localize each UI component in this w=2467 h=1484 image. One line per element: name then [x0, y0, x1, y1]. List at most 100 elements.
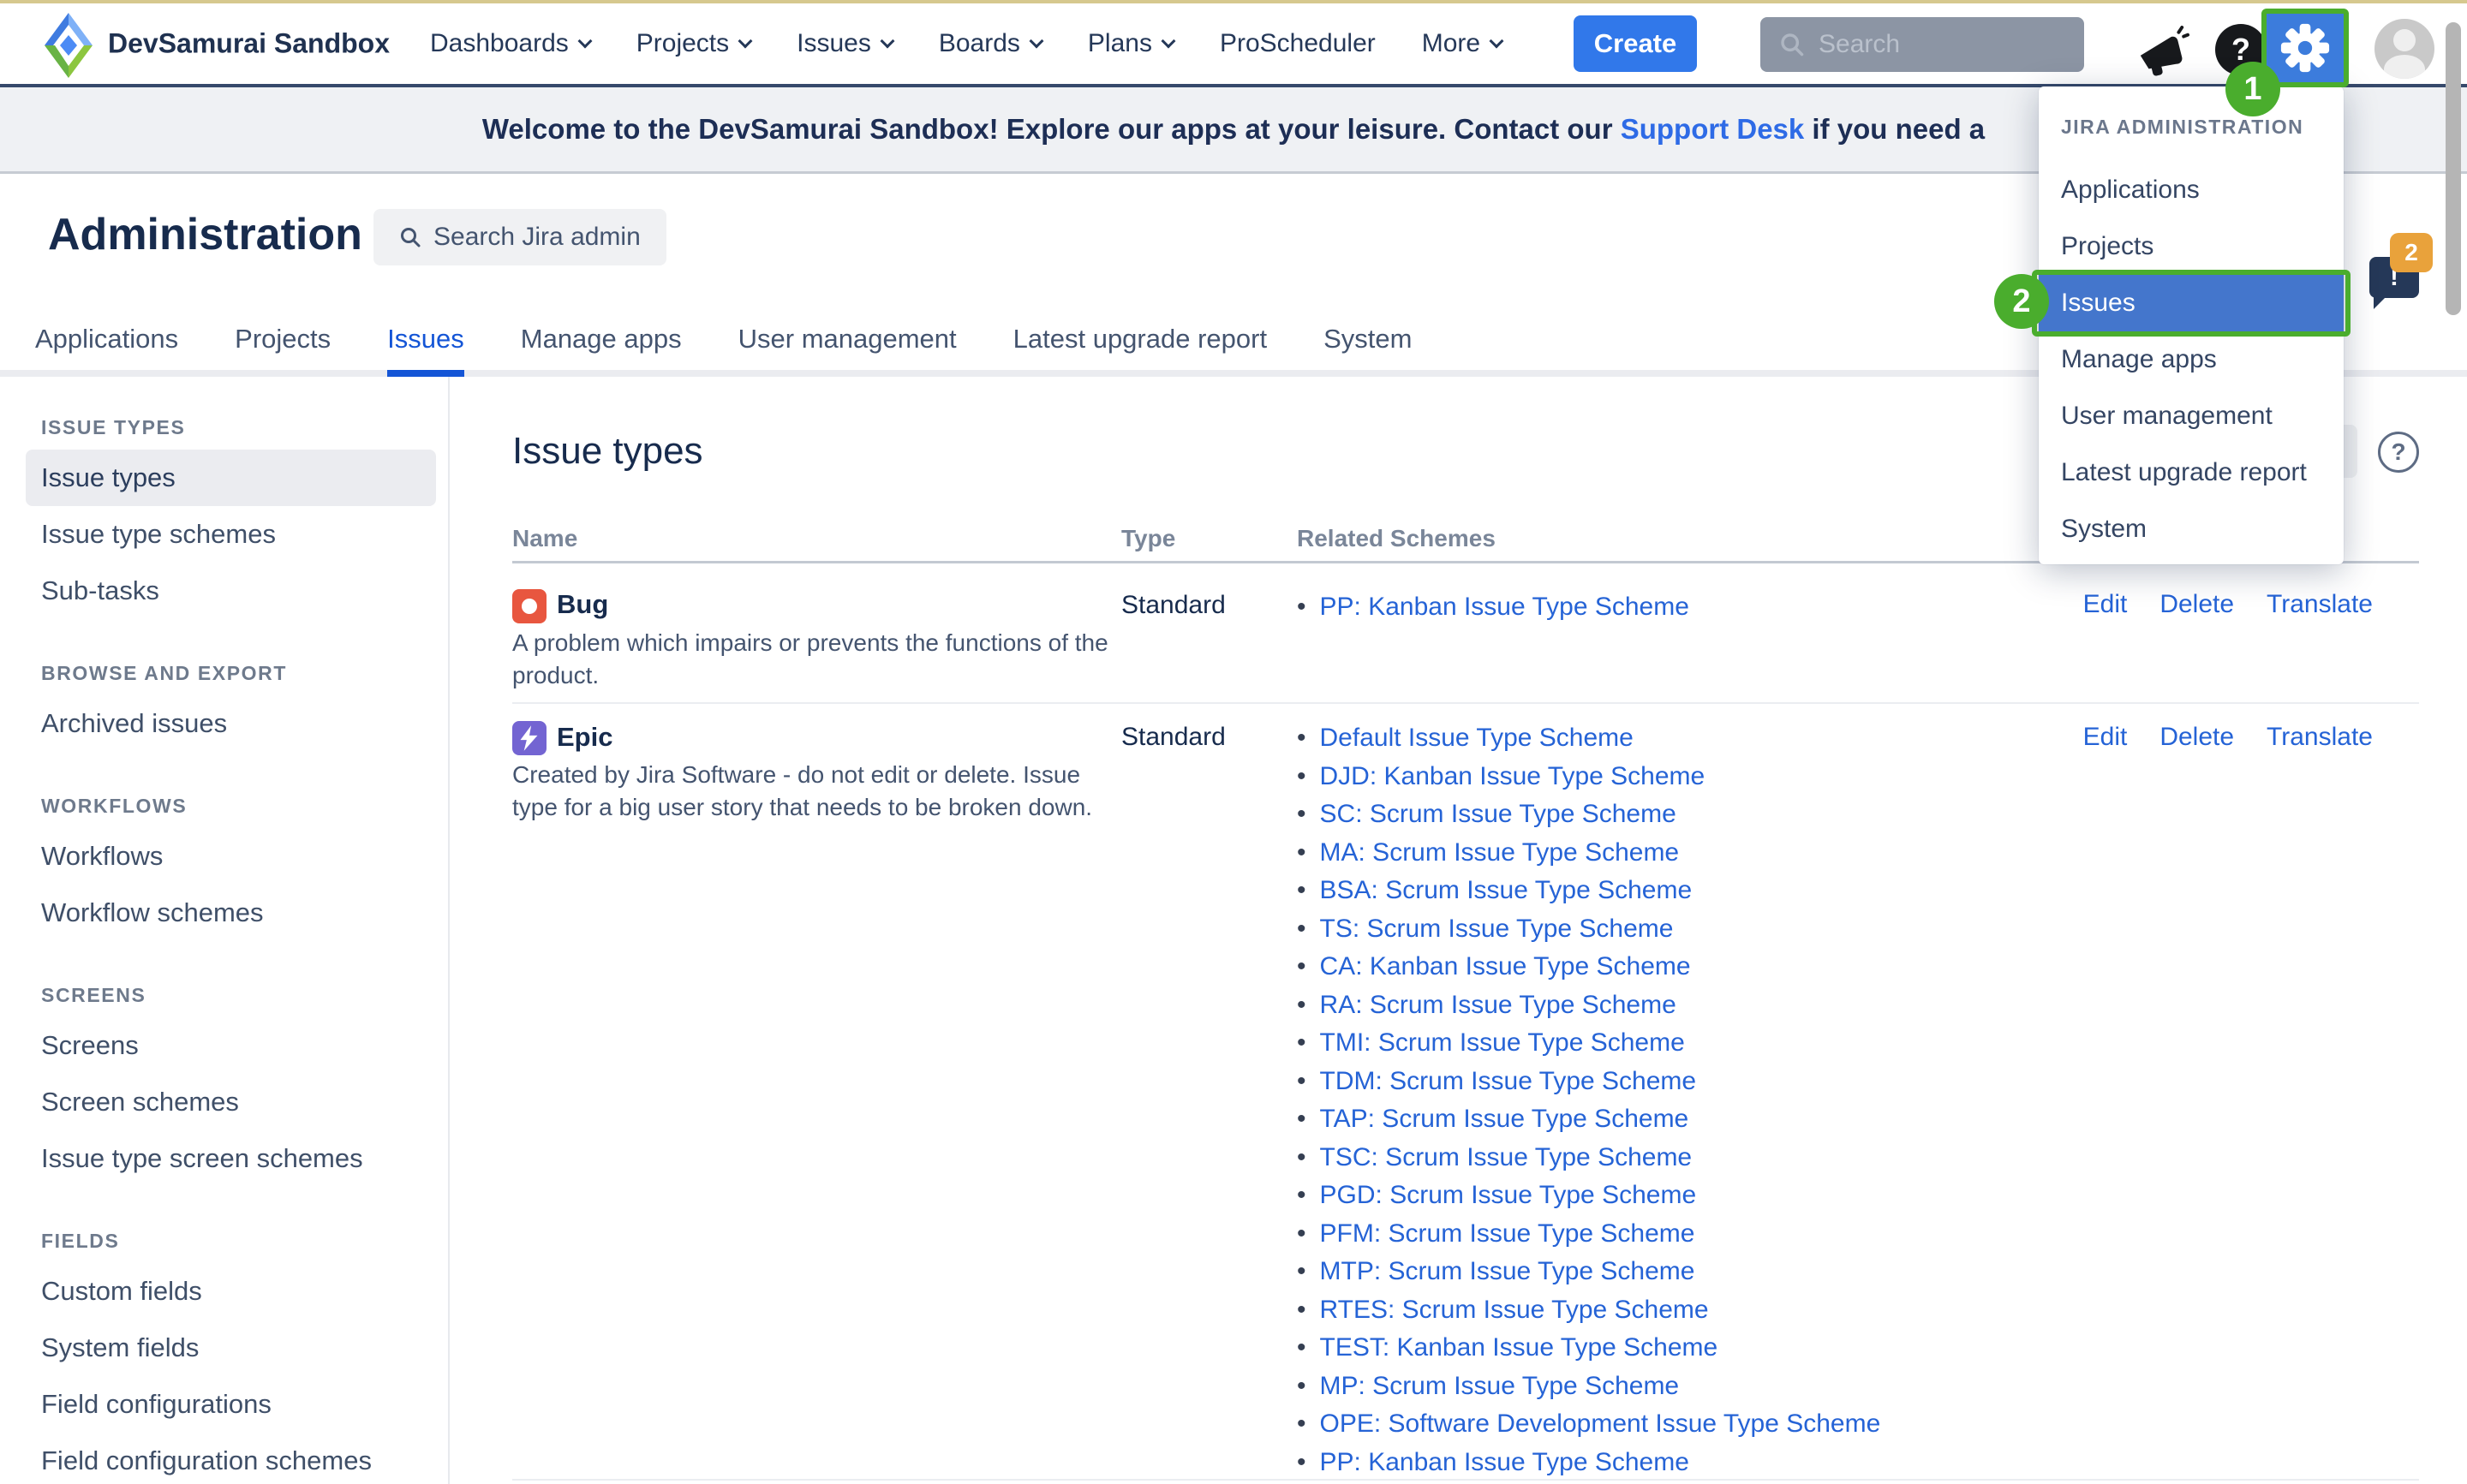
action-link[interactable]: Delete [2159, 723, 2234, 752]
sidebar-item[interactable]: Workflow schemes [0, 885, 448, 941]
sidebar-item[interactable]: Issue types [26, 450, 436, 506]
action-link[interactable]: Edit [2083, 590, 2128, 619]
dropdown-items: Applications Projects Issues Manage apps… [2039, 162, 2344, 557]
scheme-link[interactable]: MTP: Scrum Issue Type Scheme [1320, 1257, 1695, 1286]
sidebar-section-title: FIELDS [41, 1230, 448, 1253]
issue-type-category: Standard [1121, 591, 1226, 620]
scheme-link[interactable]: Default Issue Type Scheme [1320, 724, 1634, 753]
list-item: MA: Scrum Issue Type Scheme [1297, 834, 1880, 873]
user-avatar[interactable] [2374, 19, 2434, 79]
sidebar-item[interactable]: Issue type schemes [0, 506, 448, 563]
admin-dropdown-item[interactable]: System [2039, 501, 2344, 557]
scheme-link[interactable]: PFM: Scrum Issue Type Scheme [1320, 1219, 1695, 1249]
sidebar-item[interactable]: Screens [0, 1017, 448, 1074]
admin-dropdown-item[interactable]: Issues [2039, 275, 2344, 331]
nav-item[interactable]: Projects [636, 29, 750, 58]
scheme-link[interactable]: OPE: Software Development Issue Type Sch… [1320, 1410, 1881, 1439]
sidebar-item[interactable]: Field configuration schemes [0, 1433, 448, 1484]
list-item: TAP: Scrum Issue Type Scheme [1297, 1100, 1880, 1139]
help-circle-icon[interactable]: ? [2378, 432, 2419, 473]
vertical-scrollbar-thumb[interactable] [2446, 22, 2461, 315]
scheme-link[interactable]: TEST: Kanban Issue Type Scheme [1320, 1333, 1718, 1362]
column-header-type: Type [1121, 525, 1175, 552]
scheme-link[interactable]: PGD: Scrum Issue Type Scheme [1320, 1181, 1697, 1210]
announcements-megaphone-icon[interactable] [2135, 26, 2189, 79]
nav-item[interactable]: ProScheduler [1220, 29, 1376, 58]
scheme-link[interactable]: PP: Kanban Issue Type Scheme [1320, 1448, 1689, 1477]
content-heading: Issue types [512, 430, 703, 473]
sidebar-item[interactable]: Archived issues [0, 695, 448, 752]
support-desk-link[interactable]: Support Desk [1621, 113, 1805, 146]
devsamurai-logo-icon[interactable] [45, 13, 93, 78]
admin-tab[interactable]: Projects [235, 324, 331, 355]
action-link[interactable]: Translate [2267, 590, 2373, 619]
admin-tab[interactable]: Manage apps [521, 324, 682, 355]
nav-item[interactable]: Issues [797, 29, 893, 58]
chevron-down-icon [738, 33, 753, 48]
page-title: Administration [48, 209, 362, 260]
banner-text-after: if you need a [1804, 113, 1985, 146]
scheme-link[interactable]: MA: Scrum Issue Type Scheme [1320, 838, 1680, 867]
scheme-link[interactable]: PP: Kanban Issue Type Scheme [1320, 593, 1689, 622]
action-link[interactable]: Edit [2083, 723, 2128, 752]
epic-icon [512, 721, 547, 755]
admin-dropdown-item[interactable]: User management [2039, 388, 2344, 444]
list-item: MTP: Scrum Issue Type Scheme [1297, 1253, 1880, 1291]
sidebar-item[interactable]: Workflows [0, 828, 448, 885]
chevron-down-icon [1161, 33, 1175, 48]
scheme-link[interactable]: TS: Scrum Issue Type Scheme [1320, 915, 1674, 944]
table-row-epic: Epic Created by Jira Software - do not e… [512, 706, 2419, 1481]
sidebar-item[interactable]: Issue type screen schemes [0, 1130, 448, 1187]
action-link[interactable]: Delete [2159, 590, 2234, 619]
sidebar-section: SCREENS Screens Screen schemes Issue typ… [0, 984, 448, 1187]
admin-dropdown-menu: JIRA ADMINISTRATION Applications Project… [2039, 86, 2344, 564]
nav-item[interactable]: Plans [1088, 29, 1174, 58]
admin-tab[interactable]: Applications [35, 324, 178, 355]
top-navigation-bar: DevSamurai Sandbox Dashboards Projects I… [0, 3, 2467, 87]
admin-tab[interactable]: System [1323, 324, 1412, 355]
scheme-link[interactable]: BSA: Scrum Issue Type Scheme [1320, 876, 1693, 905]
scheme-link[interactable]: TDM: Scrum Issue Type Scheme [1320, 1067, 1697, 1096]
admin-dropdown-item[interactable]: Applications [2039, 162, 2344, 218]
create-button[interactable]: Create [1574, 15, 1697, 72]
admin-tab[interactable]: User management [738, 324, 957, 355]
admin-dropdown-item[interactable]: Manage apps [2039, 331, 2344, 388]
admin-tab[interactable]: Latest upgrade report [1013, 324, 1267, 355]
list-item: TEST: Kanban Issue Type Scheme [1297, 1329, 1880, 1368]
issue-type-name: Bug [557, 589, 608, 620]
nav-item-label: Issues [797, 29, 871, 58]
scheme-link[interactable]: DJD: Kanban Issue Type Scheme [1320, 762, 1705, 791]
admin-tab[interactable]: Issues [387, 324, 464, 355]
nav-item[interactable]: Boards [939, 29, 1042, 58]
scheme-link[interactable]: CA: Kanban Issue Type Scheme [1320, 952, 1691, 981]
issue-type-description: Created by Jira Software - do not edit o… [512, 759, 1112, 824]
search-jira-admin-button[interactable]: Search Jira admin [373, 209, 666, 265]
scheme-link[interactable]: RTES: Scrum Issue Type Scheme [1320, 1296, 1709, 1325]
list-item: OPE: Software Development Issue Type Sch… [1297, 1405, 1880, 1444]
scheme-link[interactable]: RA: Scrum Issue Type Scheme [1320, 991, 1676, 1020]
admin-dropdown-item[interactable]: Projects [2039, 218, 2344, 275]
list-item: CA: Kanban Issue Type Scheme [1297, 948, 1880, 986]
admin-dropdown-item[interactable]: Latest upgrade report [2039, 444, 2344, 501]
sidebar-item[interactable]: Field configurations [0, 1376, 448, 1433]
sidebar-item[interactable]: System fields [0, 1320, 448, 1376]
list-item: PP: Kanban Issue Type Scheme [1297, 1444, 1880, 1482]
nav-item[interactable]: Dashboards [430, 29, 590, 58]
nav-item[interactable]: More [1422, 29, 1502, 58]
global-search-input[interactable]: Search [1760, 17, 2084, 72]
scheme-link[interactable]: SC: Scrum Issue Type Scheme [1320, 800, 1676, 829]
nav-item-label: More [1422, 29, 1480, 58]
sidebar-item[interactable]: Sub-tasks [0, 563, 448, 619]
sidebar-section: ISSUE TYPES Issue types Issue type schem… [0, 416, 448, 619]
scheme-link[interactable]: TAP: Scrum Issue Type Scheme [1320, 1105, 1689, 1134]
scheme-link[interactable]: TMI: Scrum Issue Type Scheme [1320, 1028, 1685, 1058]
sidebar-item[interactable]: Screen schemes [0, 1074, 448, 1130]
action-link[interactable]: Translate [2267, 723, 2373, 752]
list-item: DJD: Kanban Issue Type Scheme [1297, 758, 1880, 796]
scheme-link[interactable]: MP: Scrum Issue Type Scheme [1320, 1372, 1680, 1401]
scheme-link[interactable]: TSC: Scrum Issue Type Scheme [1320, 1143, 1693, 1172]
sidebar-item[interactable]: Custom fields [0, 1263, 448, 1320]
admin-sidebar: ISSUE TYPES Issue types Issue type schem… [0, 377, 450, 1484]
list-item: BSA: Scrum Issue Type Scheme [1297, 872, 1880, 910]
column-header-related-schemes: Related Schemes [1297, 525, 1496, 552]
